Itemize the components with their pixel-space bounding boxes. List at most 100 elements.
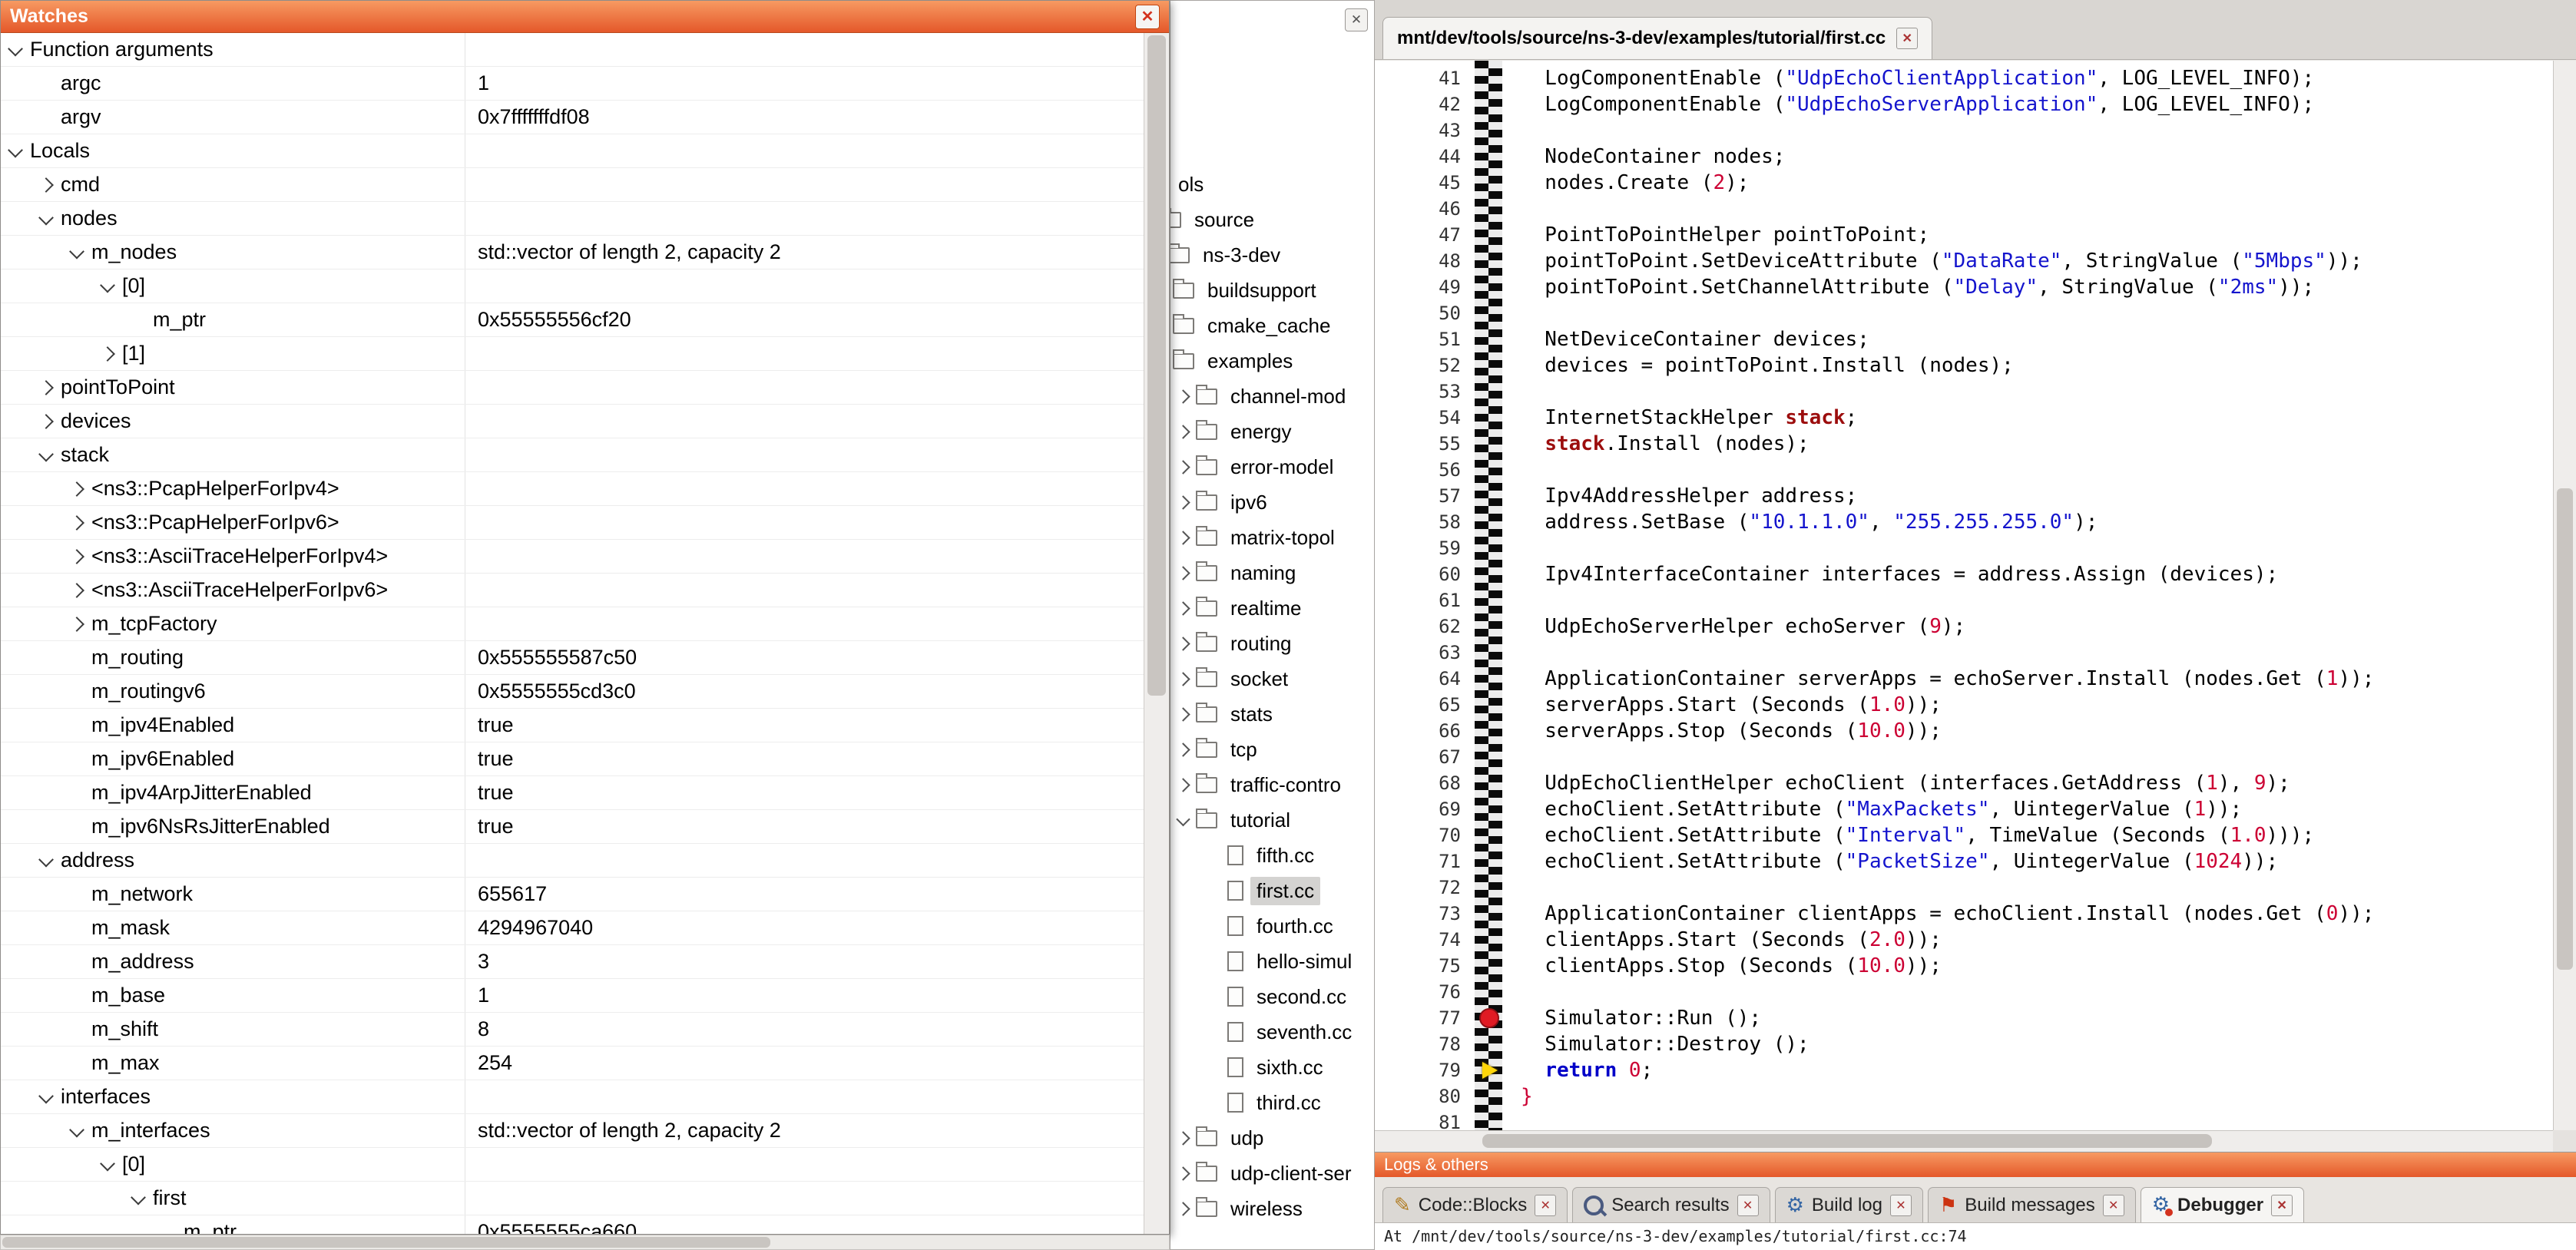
code-line[interactable]: 75 clientApps.Stop (Seconds (10.0)); — [1375, 953, 2553, 979]
collapse-arrow-icon[interactable] — [69, 243, 84, 259]
watch-row[interactable]: argc1 — [1, 67, 1144, 101]
watch-row[interactable]: <ns3::AsciiTraceHelperForIpv6> — [1, 574, 1144, 607]
expand-arrow-icon[interactable] — [69, 549, 84, 564]
editor-tab-first-cc[interactable]: mnt/dev/tools/source/ns-3-dev/examples/t… — [1382, 17, 1932, 59]
watch-row[interactable]: m_shift8 — [1, 1013, 1144, 1047]
breakpoint-margin-cell[interactable] — [1470, 248, 1521, 274]
breakpoint-margin-cell[interactable] — [1470, 613, 1521, 640]
expand-arrow-icon[interactable] — [1176, 778, 1190, 792]
code-line[interactable]: 54 InternetStackHelper stack; — [1375, 405, 2553, 431]
editor-tab-close-icon[interactable]: ✕ — [1896, 28, 1918, 49]
code-line[interactable]: 62 UdpEchoServerHelper echoServer (9); — [1375, 613, 2553, 640]
watch-row[interactable]: m_base1 — [1, 979, 1144, 1013]
expand-arrow-icon[interactable] — [1176, 1166, 1190, 1180]
tree-item[interactable]: traffic-contro — [1178, 767, 1374, 802]
watch-row[interactable]: m_ipv4ArpJitterEnabledtrue — [1, 776, 1144, 810]
collapse-arrow-icon[interactable] — [38, 1088, 54, 1103]
tree-item[interactable]: ipv6 — [1178, 484, 1374, 520]
breakpoint-margin-cell[interactable] — [1470, 144, 1521, 170]
code-line[interactable]: 42 LogComponentEnable ("UdpEchoServerApp… — [1375, 91, 2553, 117]
tree-item[interactable]: error-model — [1178, 449, 1374, 484]
tree-item[interactable]: routing — [1178, 626, 1374, 661]
watch-row[interactable]: m_address3 — [1, 945, 1144, 979]
code-line[interactable]: 73 ApplicationContainer clientApps = ech… — [1375, 901, 2553, 927]
editor-horizontal-scrollbar[interactable] — [1375, 1130, 2553, 1152]
breakpoint-margin-cell[interactable] — [1470, 744, 1521, 770]
code-line[interactable]: 64 ApplicationContainer serverApps = ech… — [1375, 666, 2553, 692]
watch-row[interactable]: m_ptr0x5555555ca660 — [1, 1215, 1144, 1234]
code-line[interactable]: 43 — [1375, 117, 2553, 144]
collapse-arrow-icon[interactable] — [38, 852, 54, 867]
code-line[interactable]: 70 echoClient.SetAttribute ("Interval", … — [1375, 822, 2553, 848]
editor-vscrollbar-thumb[interactable] — [2557, 488, 2573, 970]
breakpoint-margin-cell[interactable] — [1470, 875, 1521, 901]
watch-row[interactable]: m_interfacesstd::vector of length 2, cap… — [1, 1114, 1144, 1148]
breakpoint-margin-cell[interactable] — [1470, 405, 1521, 431]
watch-row[interactable]: m_routingv60x5555555cd3c0 — [1, 675, 1144, 709]
code-line[interactable]: 71 echoClient.SetAttribute ("PacketSize"… — [1375, 848, 2553, 875]
breakpoint-margin-cell[interactable] — [1470, 326, 1521, 352]
breakpoint-margin-cell[interactable] — [1470, 274, 1521, 300]
breakpoint-margin-cell[interactable] — [1470, 770, 1521, 796]
tree-item[interactable]: socket — [1178, 661, 1374, 696]
expand-arrow-icon[interactable] — [69, 481, 84, 497]
collapse-arrow-icon[interactable] — [131, 1189, 146, 1205]
breakpoint-margin-cell[interactable] — [1470, 352, 1521, 379]
watch-row[interactable]: devices — [1, 405, 1144, 438]
tree-item[interactable]: tcp — [1178, 732, 1374, 767]
watch-row[interactable]: m_mask4294967040 — [1, 911, 1144, 945]
code-line[interactable]: 72 — [1375, 875, 2553, 901]
tree-item[interactable]: naming — [1178, 555, 1374, 590]
breakpoint-margin-cell[interactable] — [1470, 796, 1521, 822]
expand-arrow-icon[interactable] — [69, 583, 84, 598]
tree-item[interactable]: buildsupport — [1170, 273, 1374, 308]
expand-arrow-icon[interactable] — [1176, 742, 1190, 756]
breakpoint-margin-cell[interactable] — [1470, 379, 1521, 405]
expand-arrow-icon[interactable] — [38, 177, 54, 193]
code-line[interactable]: 66 serverApps.Stop (Seconds (10.0)); — [1375, 718, 2553, 744]
code-line[interactable]: 74 clientApps.Start (Seconds (2.0)); — [1375, 927, 2553, 953]
watch-row[interactable]: stack — [1, 438, 1144, 472]
breakpoint-margin-cell[interactable] — [1470, 587, 1521, 613]
breakpoint-margin-cell[interactable] — [1470, 666, 1521, 692]
expand-arrow-icon[interactable] — [69, 515, 84, 531]
code-line[interactable]: 53 — [1375, 379, 2553, 405]
tree-item[interactable]: third.cc — [1227, 1085, 1374, 1120]
tab-close-icon[interactable]: ✕ — [2271, 1195, 2293, 1216]
watch-row[interactable]: Function arguments — [1, 33, 1144, 67]
tab-close-icon[interactable]: ✕ — [1737, 1195, 1759, 1216]
code-line[interactable]: 48 pointToPoint.SetDeviceAttribute ("Dat… — [1375, 248, 2553, 274]
code-line[interactable]: 58 address.SetBase ("10.1.1.0", "255.255… — [1375, 509, 2553, 535]
code-line[interactable]: 52 devices = pointToPoint.Install (nodes… — [1375, 352, 2553, 379]
code-line[interactable]: 59 — [1375, 535, 2553, 561]
collapse-arrow-icon[interactable] — [8, 41, 23, 56]
expand-arrow-icon[interactable] — [1176, 637, 1190, 650]
collapse-arrow-icon[interactable] — [69, 1122, 84, 1137]
collapse-arrow-icon[interactable] — [38, 446, 54, 461]
expand-arrow-icon[interactable] — [1176, 601, 1190, 615]
expand-arrow-icon[interactable] — [1176, 531, 1190, 544]
breakpoint-margin-cell[interactable] — [1470, 692, 1521, 718]
logs-tab-build-messages[interactable]: ⚑Build messages✕ — [1928, 1187, 2136, 1222]
tree-item[interactable]: ols — [1172, 167, 1374, 202]
tree-item[interactable]: second.cc — [1227, 979, 1374, 1014]
code-line[interactable]: 69 echoClient.SetAttribute ("MaxPackets"… — [1375, 796, 2553, 822]
code-line[interactable]: 67 — [1375, 744, 2553, 770]
tree-item[interactable]: examples — [1170, 343, 1374, 379]
expand-arrow-icon[interactable] — [38, 380, 54, 395]
tree-item[interactable]: stats — [1178, 696, 1374, 732]
breakpoint-marker[interactable] — [1479, 1008, 1499, 1028]
breakpoint-margin-cell[interactable] — [1470, 640, 1521, 666]
code-line[interactable]: 61 — [1375, 587, 2553, 613]
breakpoint-margin-cell[interactable] — [1470, 1109, 1521, 1130]
tree-panel-close-icon[interactable]: ✕ — [1345, 8, 1368, 31]
watch-row[interactable]: <ns3::AsciiTraceHelperForIpv4> — [1, 540, 1144, 574]
watch-row[interactable]: Locals — [1, 134, 1144, 168]
code-line[interactable]: 65 serverApps.Start (Seconds (1.0)); — [1375, 692, 2553, 718]
expand-arrow-icon[interactable] — [1176, 495, 1190, 509]
code-line[interactable]: 47 PointToPointHelper pointToPoint; — [1375, 222, 2553, 248]
code-line[interactable]: 46 — [1375, 196, 2553, 222]
watch-row[interactable]: cmd — [1, 168, 1144, 202]
breakpoint-margin-cell[interactable] — [1470, 1005, 1521, 1031]
breakpoint-margin-cell[interactable] — [1470, 509, 1521, 535]
